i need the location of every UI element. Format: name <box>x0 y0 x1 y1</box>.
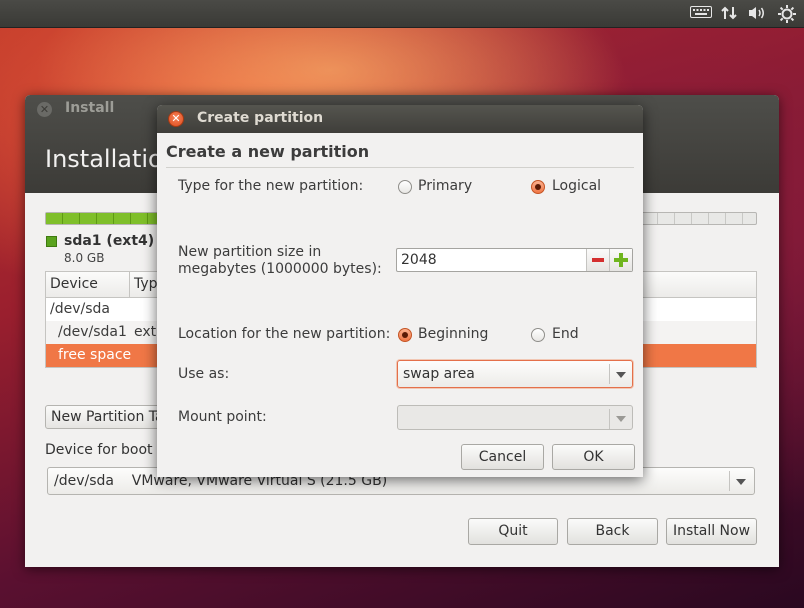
page-title: Installatio <box>45 145 163 173</box>
logical-radio[interactable] <box>531 180 545 194</box>
volume-icon[interactable] <box>746 5 768 23</box>
quit-button[interactable]: Quit <box>468 518 558 545</box>
partition-size-value[interactable]: 2048 <box>401 252 437 268</box>
device-cell: /dev/sda <box>50 301 110 317</box>
boot-loader-label: Device for boot l <box>45 442 161 458</box>
logical-radio-label[interactable]: Logical <box>552 178 601 194</box>
window-title: Install <box>65 100 115 116</box>
network-icon[interactable] <box>720 5 738 23</box>
close-icon[interactable]: ✕ <box>37 102 52 117</box>
mount-point-label: Mount point: <box>178 409 267 425</box>
cancel-button[interactable]: Cancel <box>461 444 544 470</box>
dialog-heading: Create a new partition <box>166 142 370 161</box>
create-partition-dialog: ✕ Create partition Create a new partitio… <box>157 105 643 477</box>
install-now-button[interactable]: Install Now <box>666 518 757 545</box>
partition-legend-size: 8.0 GB <box>64 251 105 265</box>
partition-type-label: Type for the new partition: <box>178 178 364 194</box>
chevron-down-icon <box>616 416 626 422</box>
end-radio-label[interactable]: End <box>552 326 579 342</box>
partition-color-swatch <box>46 236 57 247</box>
combo-separator <box>609 409 610 429</box>
chevron-down-icon <box>736 479 746 485</box>
keyboard-icon[interactable] <box>689 5 713 23</box>
close-icon[interactable]: ✕ <box>168 111 184 127</box>
column-separator <box>129 272 130 298</box>
settings-gear-icon[interactable] <box>777 5 797 23</box>
back-button[interactable]: Back <box>567 518 658 545</box>
column-header-type[interactable]: Typ <box>134 276 158 292</box>
divider <box>166 167 634 168</box>
dialog-title: Create partition <box>197 110 324 126</box>
plus-icon <box>614 253 628 267</box>
use-as-select[interactable]: swap area <box>397 360 633 388</box>
combo-separator <box>609 364 610 384</box>
increment-button[interactable] <box>609 249 632 271</box>
type-cell: ext <box>134 324 157 340</box>
mount-point-select <box>397 405 633 430</box>
beginning-radio-label[interactable]: Beginning <box>418 326 488 342</box>
device-cell: /dev/sda1 <box>58 324 127 340</box>
use-as-label: Use as: <box>178 366 230 382</box>
beginning-radio[interactable] <box>398 328 412 342</box>
minus-icon <box>592 258 604 262</box>
ok-button[interactable]: OK <box>552 444 635 470</box>
partition-location-label: Location for the new partition: <box>178 326 391 342</box>
top-panel <box>0 0 804 28</box>
partition-size-label: New partition size in megabytes (1000000… <box>178 244 382 277</box>
combo-separator <box>729 471 730 491</box>
decrement-button[interactable] <box>586 249 609 271</box>
primary-radio[interactable] <box>398 180 412 194</box>
use-as-value: swap area <box>403 366 475 382</box>
partition-size-spinner[interactable]: 2048 <box>396 248 633 272</box>
column-header-device[interactable]: Device <box>50 276 98 292</box>
primary-radio-label[interactable]: Primary <box>418 178 472 194</box>
dialog-titlebar: ✕ Create partition <box>157 105 643 133</box>
partition-legend-label: sda1 (ext4) <box>64 233 155 249</box>
chevron-down-icon <box>616 372 626 378</box>
device-cell: free space <box>58 347 132 363</box>
end-radio[interactable] <box>531 328 545 342</box>
